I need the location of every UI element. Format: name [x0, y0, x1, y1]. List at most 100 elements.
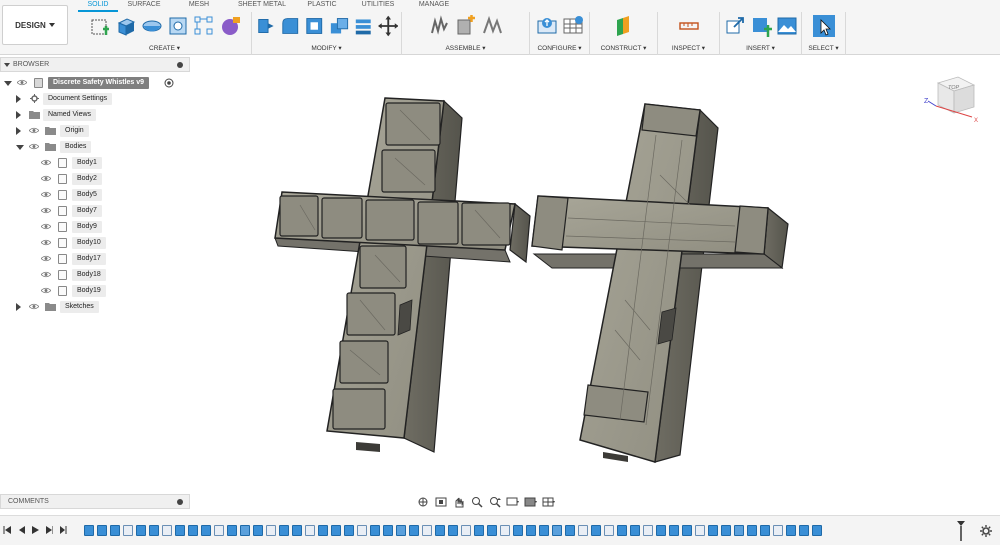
combine-icon[interactable] [329, 15, 350, 37]
timeline-feature-extrude-icon[interactable] [799, 525, 809, 536]
group-menu-insert[interactable]: INSERT ▾ [720, 44, 801, 52]
comments-panel[interactable]: COMMENTS [0, 494, 190, 509]
timeline-feature-sketch-icon[interactable] [604, 525, 614, 536]
orbit-icon[interactable] [416, 496, 430, 508]
model-canvas[interactable] [191, 56, 1000, 511]
insert-link-icon[interactable] [724, 15, 746, 37]
expand-toggle-icon[interactable] [16, 145, 24, 150]
timeline-feature-extrude-icon[interactable] [513, 525, 523, 536]
visibility-eye-icon[interactable] [29, 303, 39, 310]
timeline-feature-sketch-icon[interactable] [214, 525, 224, 536]
form-icon[interactable] [219, 15, 241, 37]
timeline-feature-extrude-icon[interactable] [448, 525, 458, 536]
group-menu-create[interactable]: CREATE ▾ [78, 44, 251, 52]
timeline-feature-sketch-icon[interactable] [305, 525, 315, 536]
shell-icon[interactable] [304, 15, 325, 37]
timeline-feature-extrude-icon[interactable] [812, 525, 822, 536]
timeline-feature-extrude-icon[interactable] [279, 525, 289, 536]
model-viewport[interactable] [191, 56, 1000, 511]
timeline-feature-sketch-icon[interactable] [266, 525, 276, 536]
tree-item-body[interactable]: Body9 [0, 219, 190, 235]
timeline-feature-sketch-icon[interactable] [422, 525, 432, 536]
timeline-feature-combine-icon[interactable] [734, 525, 744, 536]
look-at-icon[interactable] [434, 496, 448, 508]
workspace-switcher-button[interactable]: DESIGN [2, 5, 68, 45]
tree-item-bodies[interactable]: Bodies [0, 139, 190, 155]
group-menu-inspect[interactable]: INSPECT ▾ [658, 44, 719, 52]
timeline-feature-extrude-icon[interactable] [84, 525, 94, 536]
tab-surface[interactable]: SURFACE [118, 0, 170, 12]
expand-toggle-icon[interactable] [16, 127, 21, 135]
timeline-feature-extrude-icon[interactable] [565, 525, 575, 536]
browser-header[interactable]: BROWSER [0, 57, 190, 72]
expand-toggle-icon[interactable] [16, 303, 21, 311]
group-menu-configure[interactable]: CONFIGURE ▾ [530, 44, 589, 52]
timeline-feature-extrude-icon[interactable] [188, 525, 198, 536]
tab-plastic[interactable]: PLASTIC [296, 0, 348, 12]
fillet-icon[interactable] [280, 15, 301, 37]
visibility-eye-icon[interactable] [41, 271, 51, 278]
press-pull-icon[interactable] [255, 15, 276, 37]
timeline-feature-extrude-icon[interactable] [617, 525, 627, 536]
group-menu-modify[interactable]: MODIFY ▾ [252, 44, 401, 52]
expand-toggle-icon[interactable] [16, 95, 21, 103]
timeline-feature-extrude-icon[interactable] [409, 525, 419, 536]
timeline-feature-extrude-icon[interactable] [786, 525, 796, 536]
timeline-feature-extrude-icon[interactable] [383, 525, 393, 536]
grid-settings-icon[interactable] [524, 496, 538, 508]
timeline-feature-extrude-icon[interactable] [487, 525, 497, 536]
extrude-icon[interactable] [115, 15, 137, 37]
zoom-window-icon[interactable] [488, 496, 502, 508]
move-icon[interactable] [377, 15, 399, 37]
timeline-feature-combine-icon[interactable] [552, 525, 562, 536]
pan-icon[interactable] [452, 496, 466, 508]
tree-item-named-views[interactable]: Named Views [0, 107, 190, 123]
timeline-feature-sketch-icon[interactable] [578, 525, 588, 536]
visibility-eye-icon[interactable] [41, 175, 51, 182]
as-built-joint-icon[interactable] [481, 15, 503, 37]
timeline-feature-sketch-icon[interactable] [123, 525, 133, 536]
timeline-marker-icon[interactable] [956, 520, 966, 542]
timeline-feature-extrude-icon[interactable] [253, 525, 263, 536]
tree-item-body[interactable]: Body19 [0, 283, 190, 299]
go-to-end-icon[interactable] [59, 525, 67, 535]
timeline-feature-sketch-icon[interactable] [357, 525, 367, 536]
timeline-feature-sketch-icon[interactable] [500, 525, 510, 536]
minimize-icon[interactable] [177, 499, 183, 505]
timeline-feature-extrude-icon[interactable] [292, 525, 302, 536]
visibility-eye-icon[interactable] [29, 143, 39, 150]
right-cross-model[interactable] [531, 103, 789, 463]
select-arrow-icon[interactable] [812, 15, 835, 37]
visibility-eye-icon[interactable] [41, 207, 51, 214]
timeline-feature-extrude-icon[interactable] [97, 525, 107, 536]
timeline-feature-extrude-icon[interactable] [682, 525, 692, 536]
tree-root[interactable]: Discrete Safety Whistles v9 [0, 75, 190, 91]
revolve-surface-icon[interactable] [141, 15, 163, 37]
new-sketch-icon[interactable] [89, 15, 111, 37]
configure-icon[interactable] [536, 15, 558, 37]
pattern-icon[interactable] [193, 15, 215, 37]
timeline-feature-sketch-icon[interactable] [695, 525, 705, 536]
timeline-feature-extrude-icon[interactable] [721, 525, 731, 536]
timeline-feature-sketch-icon[interactable] [773, 525, 783, 536]
visibility-eye-icon[interactable] [41, 255, 51, 262]
visibility-eye-icon[interactable] [41, 287, 51, 294]
insert-image-icon[interactable] [776, 15, 798, 37]
visibility-eye-icon[interactable] [41, 191, 51, 198]
visibility-eye-icon[interactable] [29, 127, 39, 134]
timeline-feature-extrude-icon[interactable] [136, 525, 146, 536]
tree-item-body[interactable]: Body18 [0, 267, 190, 283]
go-to-start-icon[interactable] [3, 525, 11, 535]
tree-item-body[interactable]: Body7 [0, 203, 190, 219]
timeline-feature-extrude-icon[interactable] [344, 525, 354, 536]
tree-item-body[interactable]: Body5 [0, 187, 190, 203]
timeline-feature-extrude-icon[interactable] [591, 525, 601, 536]
timeline-feature-extrude-icon[interactable] [370, 525, 380, 536]
activate-radio-icon[interactable] [164, 78, 174, 88]
collapse-triangle-icon[interactable] [4, 62, 10, 68]
expand-toggle-icon[interactable] [4, 81, 12, 86]
left-cross-model[interactable] [274, 97, 531, 453]
tree-item-body[interactable]: Body17 [0, 251, 190, 267]
timeline-feature-extrude-icon[interactable] [474, 525, 484, 536]
timeline-feature-extrude-icon[interactable] [539, 525, 549, 536]
